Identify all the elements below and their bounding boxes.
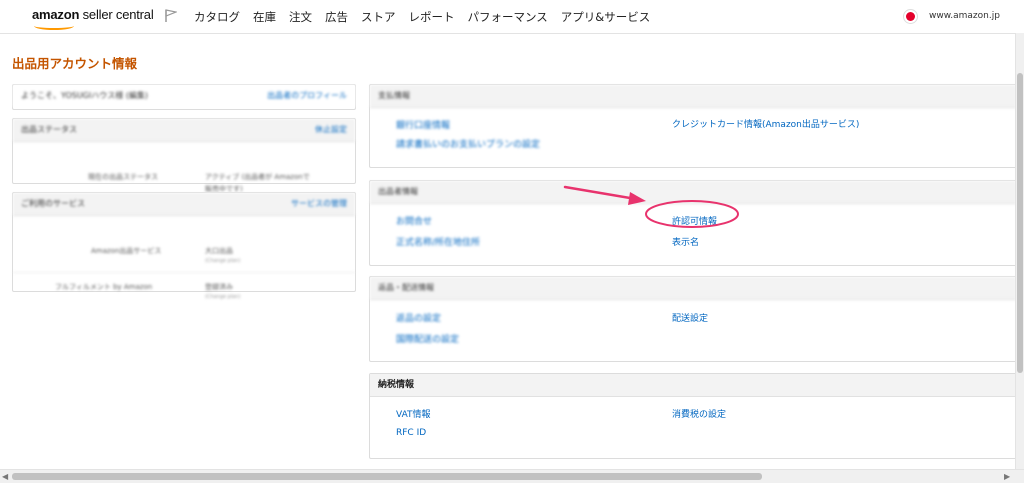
nav-catalog[interactable]: カタログ <box>194 9 240 25</box>
welcome-box: ようこそ、YOSUGIハウス様 (編集) 出品者のプロフィール <box>12 84 356 110</box>
shipping-settings-link[interactable]: 配送設定 <box>672 311 708 324</box>
page-title: 出品用アカウント情報 <box>12 56 138 71</box>
nav-performance[interactable]: パフォーマンス <box>468 9 548 25</box>
nav-advertising[interactable]: 広告 <box>325 9 348 25</box>
top-navigation-bar: amazon seller central カタログ 在庫 注文 広告 ストア … <box>0 0 1024 34</box>
consumption-tax-settings-link[interactable]: 消費税の設定 <box>672 407 726 420</box>
service1-change-plan[interactable]: (Change plan) <box>205 258 240 264</box>
payment-info-heading: 支払情報 <box>370 85 1016 108</box>
tax-info-heading: 納税情報 <box>370 374 1016 397</box>
credit-card-info-link[interactable]: クレジットカード情報(Amazon出品サービス) <box>672 117 859 130</box>
vat-info-link[interactable]: VAT情報 <box>396 407 431 420</box>
flag-icon[interactable] <box>165 9 177 23</box>
rfc-id-link[interactable]: RFC ID <box>396 428 426 438</box>
service2-label: フルフィルメント by Amazon <box>55 283 153 291</box>
status-value-line1: アクティブ (出品者が Amazonで <box>205 173 310 181</box>
nav-apps-services[interactable]: アプリ&サービス <box>561 9 650 25</box>
international-shipping-link[interactable]: 国際配送の設定 <box>396 332 459 345</box>
marketplace-domain[interactable]: www.amazon.jp <box>929 11 1000 21</box>
welcome-text: ようこそ、YOSUGIハウス様 (編集) <box>21 91 149 100</box>
scroll-right-arrow-icon[interactable]: ▶ <box>1004 472 1010 481</box>
japan-flag-icon[interactable] <box>906 12 915 21</box>
scroll-left-arrow-icon[interactable]: ◀ <box>2 472 8 481</box>
selling-status-heading: 出品ステータス <box>21 125 77 134</box>
license-info-link[interactable]: 許認可情報 <box>672 214 717 227</box>
nav-reports[interactable]: レポート <box>409 9 455 25</box>
tax-info-box: 納税情報 VAT情報 RFC ID 消費税の設定 <box>369 373 1017 459</box>
seller-info-box: 出品者情報 お問合せ 正式名称/所在地住所 許認可情報 表示名 <box>369 180 1017 266</box>
returns-shipping-heading: 返品・配送情報 <box>370 277 1016 300</box>
your-services-box: ご利用のサービス サービスの管理 Amazon出品サービス 大口出品 (Chan… <box>12 192 356 300</box>
service2-change-plan[interactable]: (Change plan) <box>205 294 240 300</box>
your-services-heading: ご利用のサービス <box>21 199 85 208</box>
status-label: 現在の出品ステータス <box>88 173 158 181</box>
invoiced-payment-link[interactable]: 請求書払いのお支払いプランの設定 <box>396 137 540 150</box>
nav-orders[interactable]: 注文 <box>289 9 312 25</box>
horizontal-scroll-thumb[interactable] <box>12 473 762 480</box>
payment-info-box: 支払情報 銀行口座情報 請求書払いのお支払いプランの設定 クレジットカード情報(… <box>369 84 1017 168</box>
nav-inventory[interactable]: 在庫 <box>253 9 276 25</box>
nav-stores[interactable]: ストア <box>361 9 396 25</box>
service1-label: Amazon出品サービス <box>91 247 162 255</box>
return-settings-link[interactable]: 返品の設定 <box>396 311 441 324</box>
legal-name-address-link[interactable]: 正式名称/所在地住所 <box>396 235 480 248</box>
contact-link[interactable]: お問合せ <box>396 214 432 227</box>
seller-central-logo[interactable]: amazon seller central <box>32 7 154 30</box>
manage-services-link[interactable]: サービスの管理 <box>291 193 347 215</box>
vacation-settings-link[interactable]: 休止設定 <box>315 119 347 141</box>
seller-info-heading: 出品者情報 <box>370 181 1016 204</box>
vertical-scrollbar[interactable] <box>1015 33 1024 469</box>
selling-status-box: 出品ステータス 休止設定 現在の出品ステータス アクティブ (出品者が Amaz… <box>12 118 356 193</box>
bank-account-link[interactable]: 銀行口座情報 <box>396 118 450 131</box>
main-nav: カタログ 在庫 注文 広告 ストア レポート パフォーマンス アプリ&サービス <box>194 9 663 25</box>
seller-profile-link[interactable]: 出品者のプロフィール <box>267 85 347 107</box>
horizontal-scrollbar[interactable]: ◀ ▶ <box>0 469 1024 483</box>
display-name-link[interactable]: 表示名 <box>672 235 699 248</box>
vertical-scroll-thumb[interactable] <box>1017 73 1023 373</box>
service2-value: 登録済み <box>205 283 233 291</box>
amazon-smile-icon <box>34 22 74 30</box>
service1-value: 大口出品 <box>205 247 233 255</box>
returns-shipping-box: 返品・配送情報 返品の設定 国際配送の設定 配送設定 <box>369 276 1017 362</box>
